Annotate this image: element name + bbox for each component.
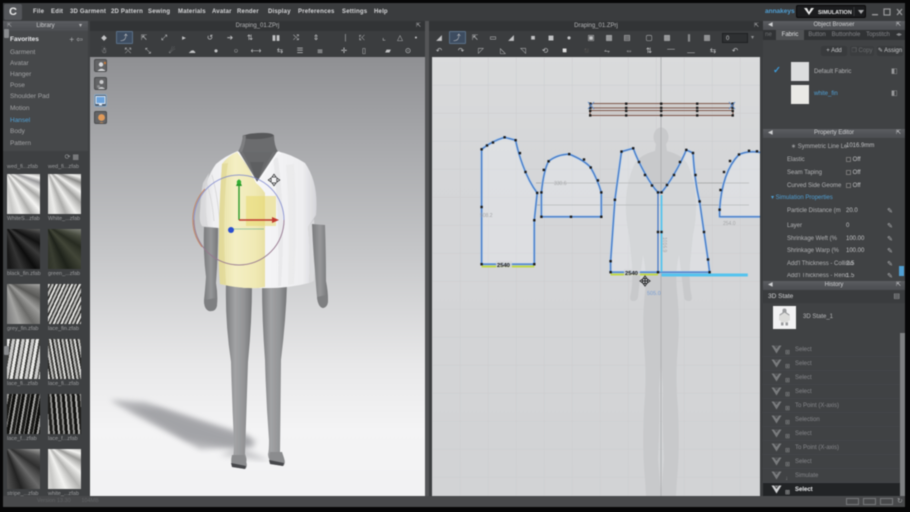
svg-text:2540: 2540: [497, 263, 510, 269]
svg-text:SIMULATION: SIMULATION: [818, 10, 852, 16]
svg-text:505.0: 505.0: [647, 291, 661, 297]
svg-text:330.6: 330.6: [554, 181, 567, 187]
svg-text:508.2: 508.2: [480, 213, 493, 219]
svg-text:2540: 2540: [625, 271, 638, 277]
svg-text:1016.9: 1016.9: [661, 237, 667, 253]
svg-text:254.0: 254.0: [723, 221, 736, 227]
